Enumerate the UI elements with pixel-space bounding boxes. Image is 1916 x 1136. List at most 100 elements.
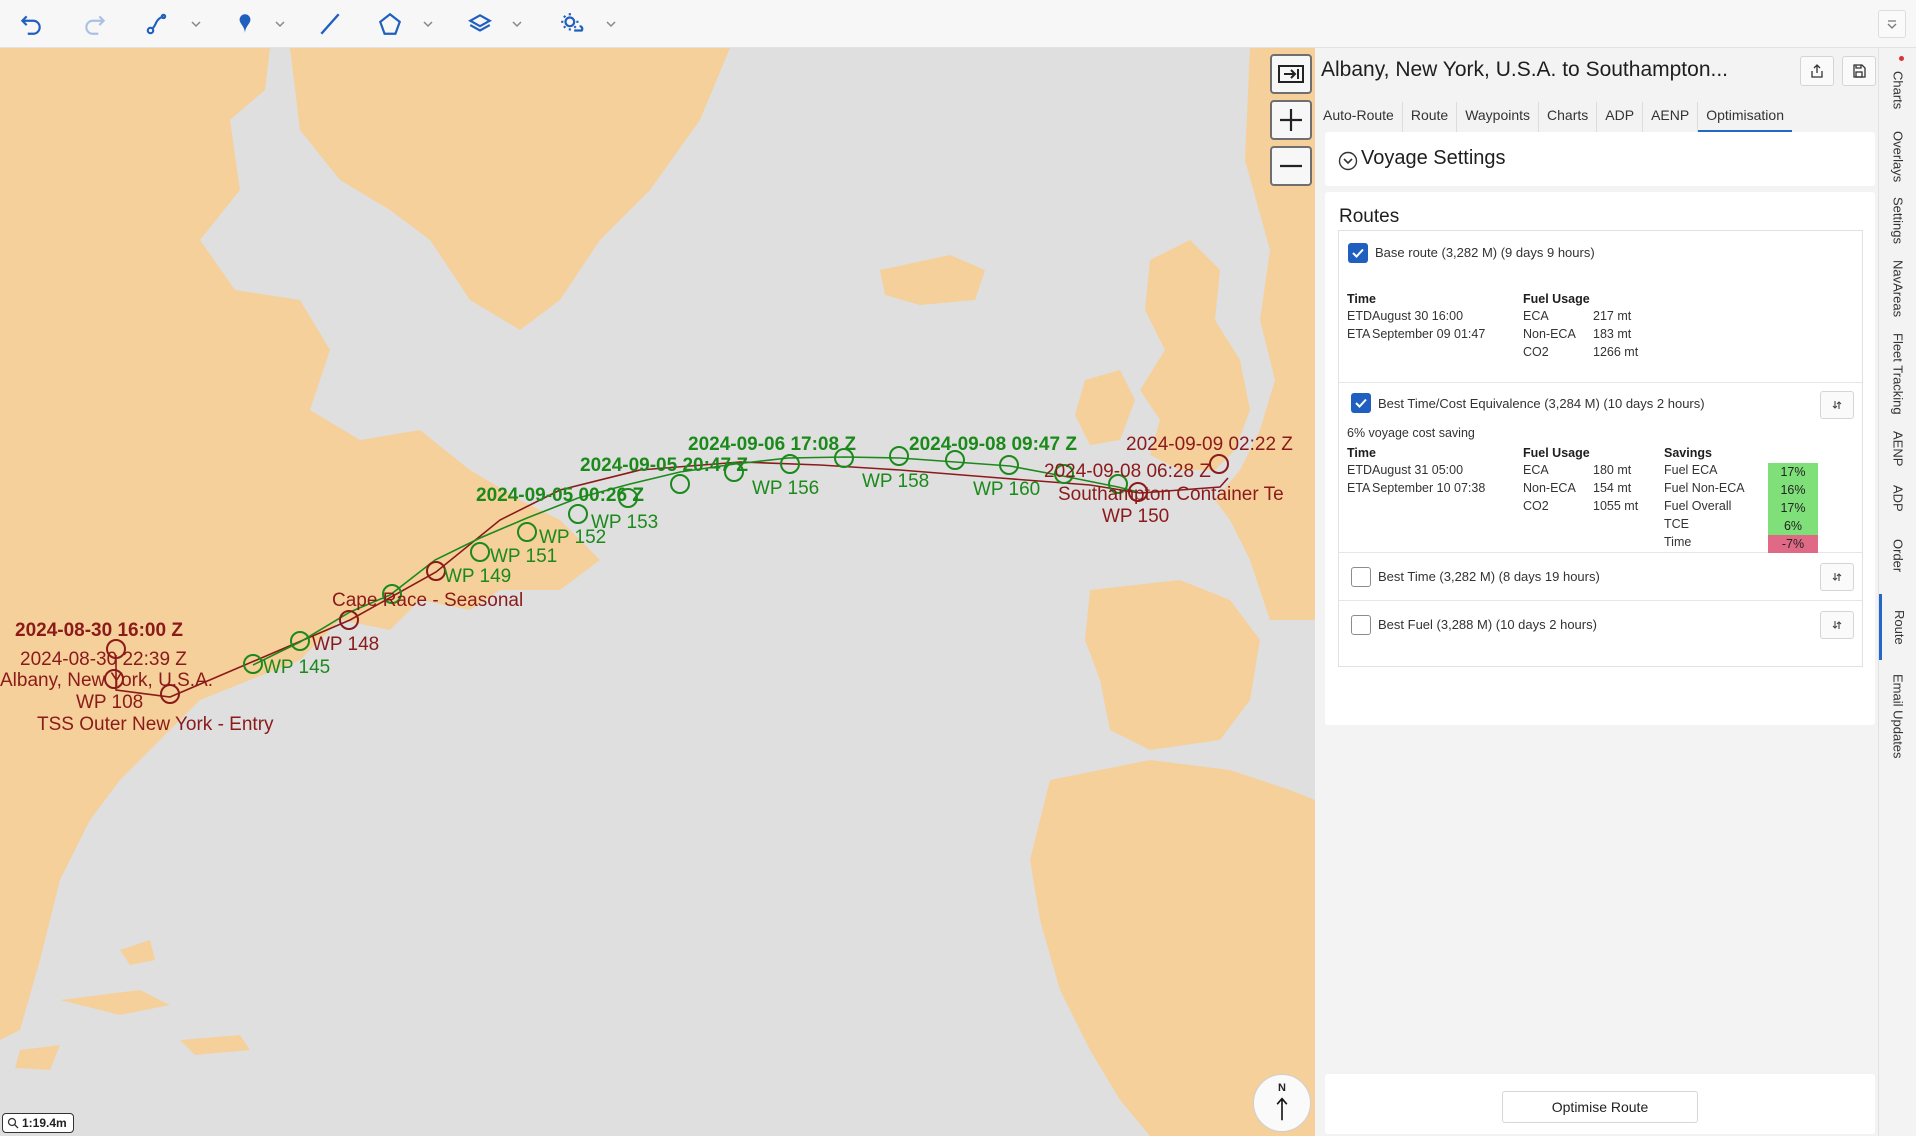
overflow-icon[interactable] — [1878, 10, 1906, 38]
nav-email-updates[interactable]: Email Updates — [1879, 666, 1916, 766]
tab-optimisation[interactable]: Optimisation — [1698, 102, 1792, 132]
best-tce-eca-value: 180 mt — [1593, 463, 1632, 477]
north-arrow-button[interactable]: N — [1253, 1074, 1311, 1132]
panel-title: Albany, New York, U.S.A. to Southampton.… — [1321, 58, 1728, 81]
map-label-tss: TSS Outer New York - Entry — [37, 714, 274, 735]
polygon-icon[interactable] — [373, 8, 407, 40]
best-fuel-checkbox[interactable] — [1351, 615, 1371, 635]
scale-label: 1:19.4m — [22, 1116, 67, 1130]
nav-fleet-tracking[interactable]: Fleet Tracking — [1879, 328, 1916, 420]
map-label-start-time: 2024-08-30 16:00 Z — [15, 620, 183, 641]
map-label-wp153: WP 153 — [591, 512, 658, 533]
best-time-action-button[interactable] — [1820, 563, 1854, 591]
best-tce-etd-value: August 31 05:00 — [1372, 463, 1464, 477]
weather-icon[interactable] — [555, 8, 589, 40]
save-button[interactable] — [1842, 56, 1876, 86]
nav-order[interactable]: Order — [1879, 524, 1916, 588]
map-label-origin: Albany, New York, U.S.A. — [0, 670, 213, 691]
saving-fuel-eca-badge: 17% — [1768, 463, 1818, 481]
nav-email-updates-label: Email Updates — [1890, 673, 1906, 759]
map-label-start-red: 2024-08-30 22:39 Z — [20, 649, 187, 670]
base-time-header: Time — [1347, 292, 1376, 306]
tab-aenp[interactable]: AENP — [1643, 102, 1699, 132]
best-fuel-action-button[interactable] — [1820, 611, 1854, 639]
chevron-down-icon[interactable] — [273, 14, 287, 34]
side-nav: Charts Overlays Settings NavAreas Fleet … — [1878, 48, 1916, 1136]
optimise-route-button[interactable]: Optimise Route — [1502, 1091, 1698, 1123]
nav-adp[interactable]: ADP — [1879, 478, 1916, 518]
undo-icon[interactable] — [14, 8, 48, 40]
saving-tce-badge: 6% — [1768, 517, 1818, 535]
tab-waypoints[interactable]: Waypoints — [1457, 102, 1540, 132]
chevron-down-icon[interactable] — [421, 14, 435, 34]
nav-navareas[interactable]: NavAreas — [1879, 256, 1916, 322]
route-item-base: Base route (3,282 M) (9 days 9 hours) Ti… — [1339, 231, 1862, 383]
base-neca-value: 183 mt — [1593, 327, 1632, 341]
base-co2-label: CO2 — [1523, 345, 1549, 359]
nav-charts-label: Charts — [1890, 70, 1906, 110]
route-item-best-tce: Best Time/Cost Equivalence (3,284 M) (10… — [1339, 383, 1862, 553]
base-neca-label: Non-ECA — [1523, 327, 1576, 341]
collapse-panel-button[interactable] — [1270, 54, 1312, 94]
tab-auto-route[interactable]: Auto-Route — [1315, 102, 1403, 132]
map-view[interactable]: 2024-08-30 16:00 Z 2024-08-30 22:39 Z Al… — [0, 48, 1315, 1136]
save-icon — [1853, 64, 1866, 78]
voyage-settings-section[interactable]: Voyage Settings — [1325, 132, 1875, 186]
map-label-0909: 2024-09-09 02:22 Z — [1126, 434, 1293, 455]
nav-route[interactable]: Route — [1879, 594, 1916, 660]
best-time-label: Best Time (3,282 M) (8 days 19 hours) — [1378, 569, 1600, 584]
pin-icon[interactable] — [228, 8, 262, 40]
nav-overlays[interactable]: Overlays — [1879, 124, 1916, 190]
map-label-wp145: WP 145 — [263, 657, 330, 678]
swap-icon — [1832, 621, 1842, 629]
toolbar — [0, 0, 1916, 48]
nav-route-label: Route — [1892, 609, 1907, 645]
line-icon[interactable] — [313, 8, 347, 40]
chevron-down-icon[interactable] — [189, 14, 203, 34]
map-label-0908r: 2024-09-08 06:28 Z — [1044, 461, 1211, 482]
nav-aenp[interactable]: AENP — [1879, 426, 1916, 472]
scale-indicator[interactable]: 1:19.4m — [2, 1113, 74, 1133]
tab-route[interactable]: Route — [1403, 102, 1458, 132]
chevron-down-icon[interactable] — [1338, 151, 1358, 171]
nav-charts[interactable]: Charts — [1879, 56, 1916, 124]
best-tce-fuel-header: Fuel Usage — [1523, 446, 1590, 460]
best-time-checkbox[interactable] — [1351, 567, 1371, 587]
best-tce-eca-label: ECA — [1523, 463, 1549, 477]
route-draw-icon[interactable] — [140, 8, 174, 40]
tab-adp[interactable]: ADP — [1597, 102, 1644, 132]
map-canvas[interactable]: 2024-08-30 16:00 Z 2024-08-30 22:39 Z Al… — [0, 48, 1315, 1136]
nav-fleet-tracking-label: Fleet Tracking — [1890, 333, 1906, 415]
redo-icon[interactable] — [78, 8, 112, 40]
saving-fuel-overall-badge: 17% — [1768, 499, 1818, 517]
base-fuel-header: Fuel Usage — [1523, 292, 1590, 306]
base-etd-value: August 30 16:00 — [1372, 309, 1464, 323]
share-icon — [1811, 64, 1823, 78]
best-tce-action-button[interactable] — [1820, 391, 1854, 419]
layers-icon[interactable] — [463, 8, 497, 40]
base-route-checkbox[interactable] — [1348, 243, 1368, 263]
nav-order-label: Order — [1890, 539, 1906, 573]
nav-overlays-label: Overlays — [1890, 131, 1906, 183]
zoom-in-button[interactable] — [1270, 100, 1312, 140]
base-eca-value: 217 mt — [1593, 309, 1632, 323]
swap-icon — [1832, 401, 1842, 409]
share-button[interactable] — [1800, 56, 1834, 86]
north-label: N — [1278, 1082, 1286, 1094]
map-label-southampton: Southampton Container Te — [1058, 484, 1284, 505]
best-tce-checkbox[interactable] — [1351, 393, 1371, 413]
map-label-wp158: WP 158 — [862, 471, 929, 492]
zoom-out-button[interactable] — [1270, 146, 1312, 186]
best-tce-neca-label: Non-ECA — [1523, 481, 1576, 495]
chevron-down-icon[interactable] — [604, 14, 618, 34]
tab-charts[interactable]: Charts — [1539, 102, 1598, 132]
best-tce-time-header: Time — [1347, 446, 1376, 460]
nav-settings[interactable]: Settings — [1879, 190, 1916, 250]
panel-tabs: Auto-Route Route Waypoints Charts ADP AE… — [1315, 102, 1792, 132]
chevron-down-icon[interactable] — [510, 14, 524, 34]
nav-settings-label: Settings — [1890, 196, 1906, 244]
check-icon — [1355, 398, 1367, 408]
map-label-wp149: WP 149 — [444, 566, 511, 587]
routes-header: Routes — [1339, 206, 1400, 227]
map-label-0906: 2024-09-06 17:08 Z — [688, 434, 856, 455]
